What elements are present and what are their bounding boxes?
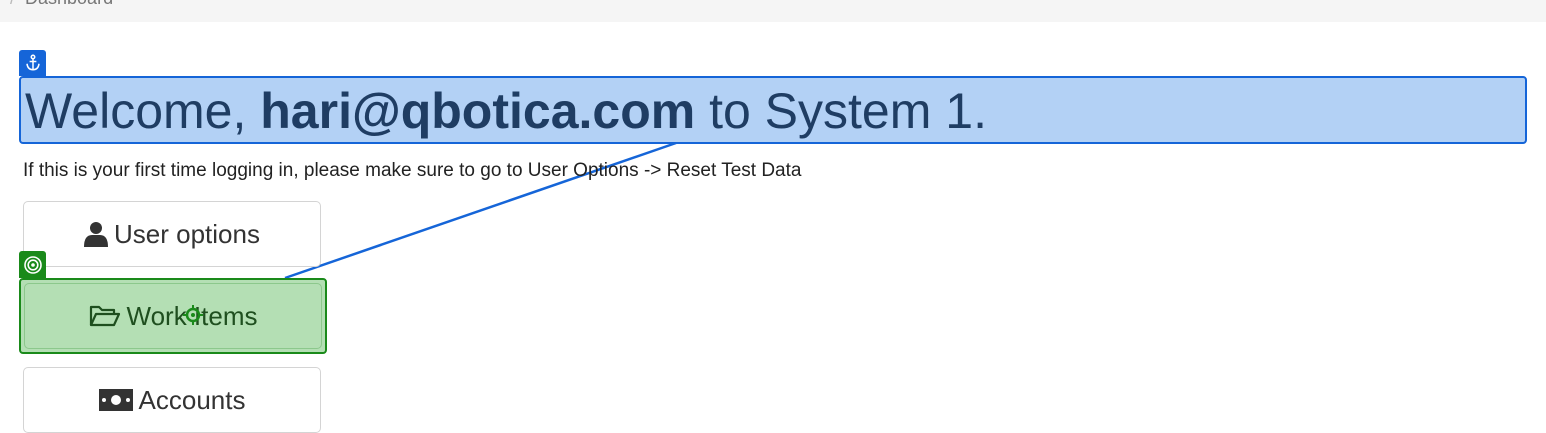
user-options-button[interactable]: User options <box>23 201 321 267</box>
breadcrumb-current[interactable]: Dashboard <box>25 0 113 8</box>
breadcrumb: / Dashboard <box>0 0 1546 22</box>
work-items-button[interactable]: Work Items <box>24 283 322 349</box>
work-items-highlight: Work Items <box>19 278 327 354</box>
folder-open-icon <box>89 304 121 328</box>
user-icon <box>84 221 109 247</box>
welcome-suffix: to System 1. <box>695 83 987 139</box>
welcome-heading-highlight: Welcome, hari@qbotica.com to System 1. <box>19 76 1527 144</box>
welcome-user: hari@qbotica.com <box>260 83 696 139</box>
breadcrumb-separator: / <box>10 0 15 8</box>
intro-text: If this is your first time logging in, p… <box>23 160 802 181</box>
click-target-icon <box>183 305 203 325</box>
target-icon <box>19 251 46 278</box>
anchor-icon <box>19 50 46 76</box>
page-title: Welcome, hari@qbotica.com to System 1. <box>25 82 987 140</box>
accounts-button[interactable]: Accounts <box>23 367 321 433</box>
welcome-prefix: Welcome, <box>25 83 261 139</box>
money-icon <box>98 389 133 411</box>
user-options-label: User options <box>114 218 260 249</box>
